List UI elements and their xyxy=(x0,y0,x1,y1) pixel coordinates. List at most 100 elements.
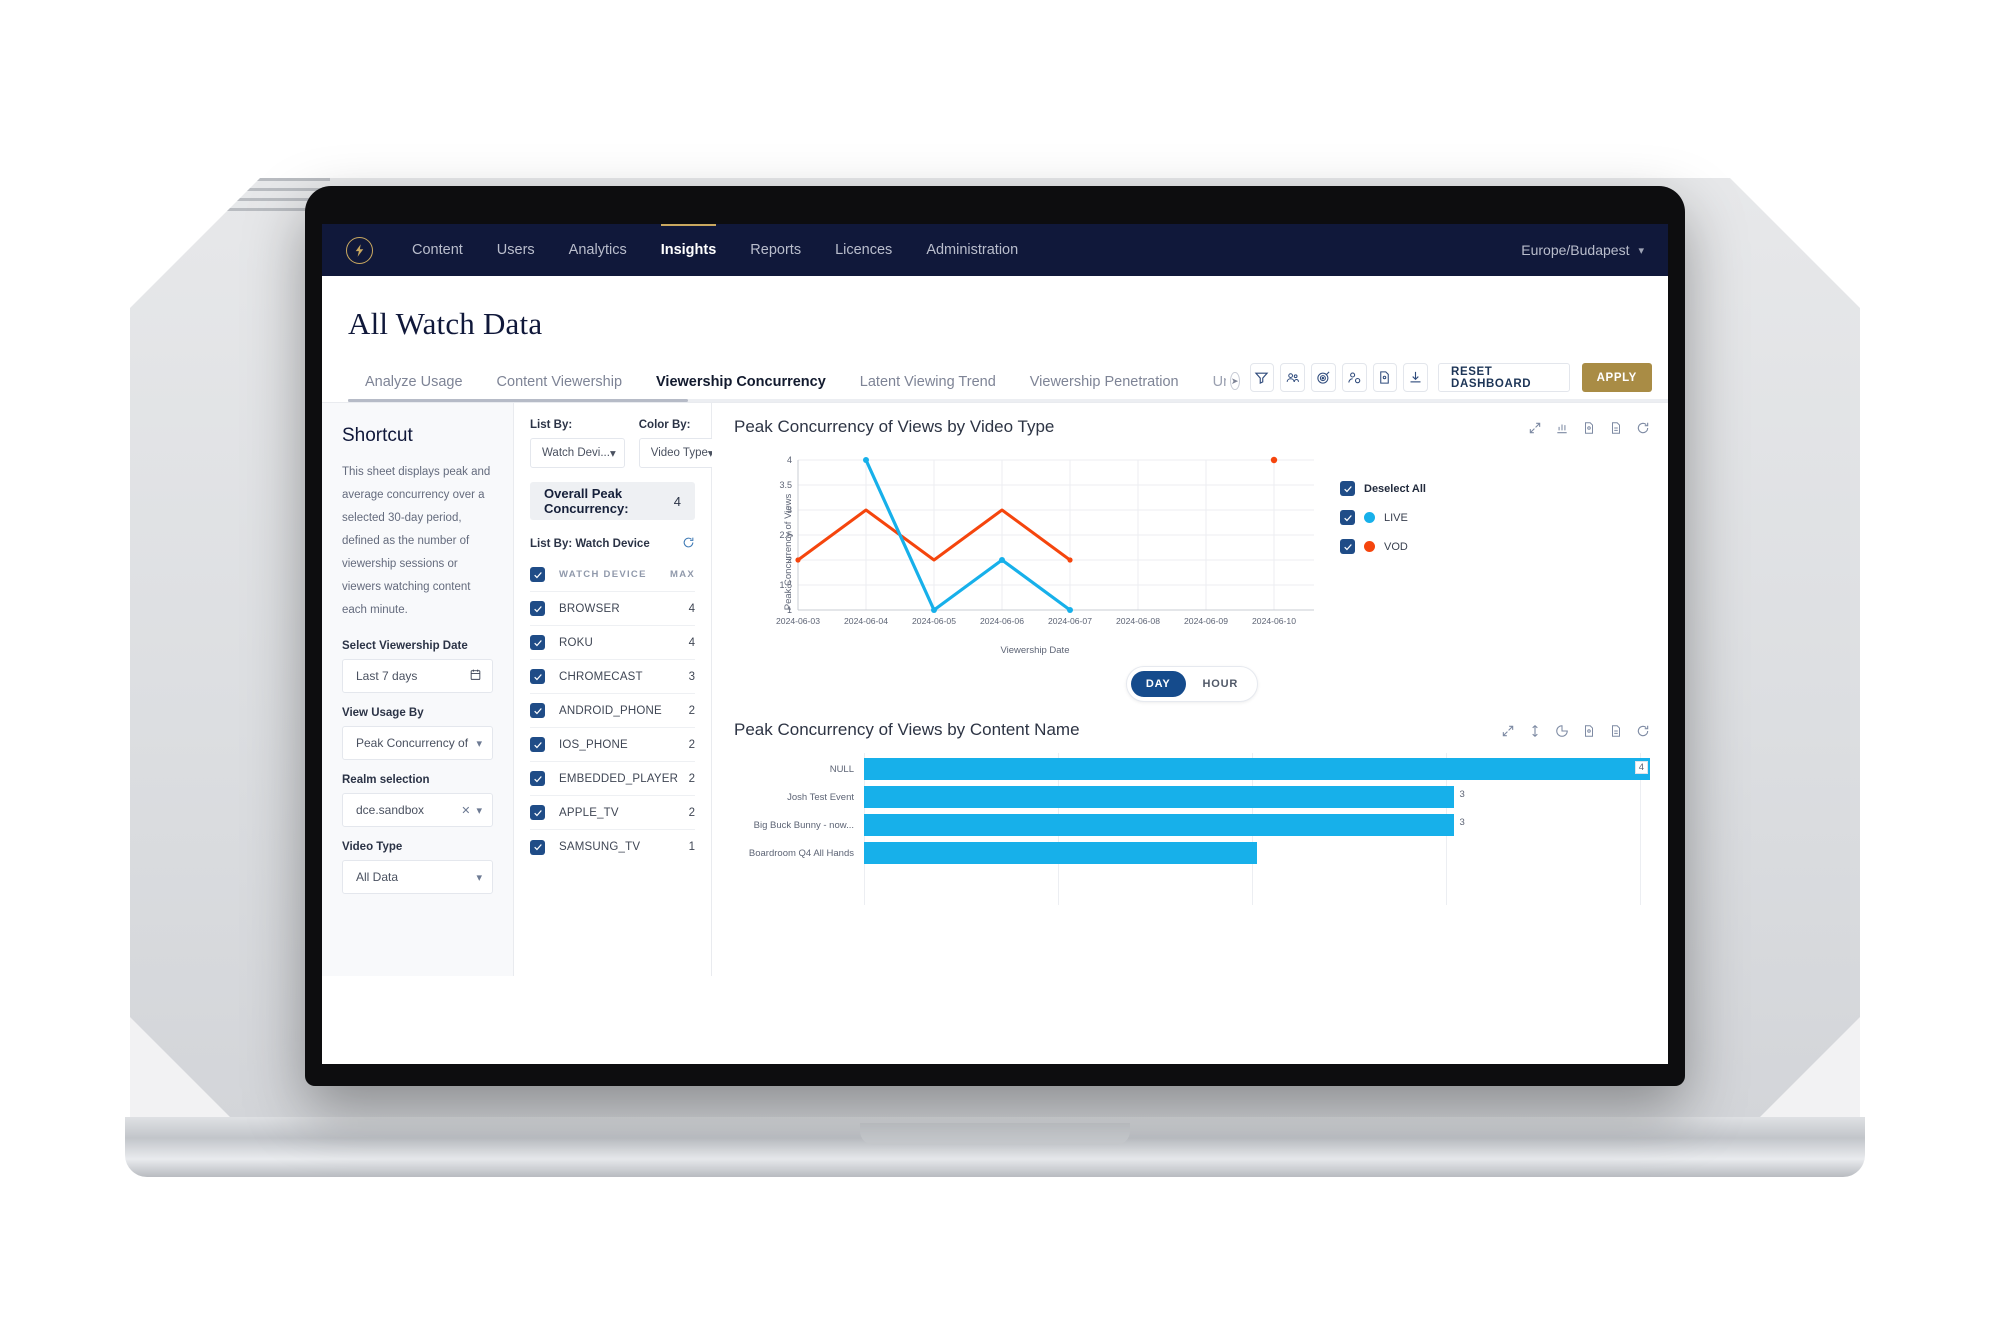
view-usage-by-select[interactable]: Peak Concurrency of Views ▾ xyxy=(342,726,493,760)
svg-text:2024-06-07: 2024-06-07 xyxy=(1048,616,1092,626)
chevron-down-icon: ▾ xyxy=(609,448,616,460)
select-all-checkbox[interactable] xyxy=(530,567,545,582)
table-row[interactable]: BROWSER 4 xyxy=(530,592,695,626)
bar-row[interactable]: Big Buck Bunny - now... 3 xyxy=(734,813,1650,837)
bar-row[interactable]: Boardroom Q4 All Hands xyxy=(734,841,1650,865)
svg-text:1: 1 xyxy=(787,605,792,615)
realm-selection-select[interactable]: dce.sandbox ✕ ▾ xyxy=(342,793,493,827)
svg-text:2024-06-06: 2024-06-06 xyxy=(980,616,1024,626)
table-row[interactable]: ANDROID_PHONE 2 xyxy=(530,694,695,728)
expand-icon[interactable] xyxy=(1528,421,1542,440)
table-header-row: WATCH DEVICE MAX xyxy=(530,558,695,592)
series-vod-point-0610 xyxy=(1270,456,1278,464)
backdrop-corner-top-left xyxy=(130,178,260,308)
nav-item-content[interactable]: Content xyxy=(395,224,480,276)
row-checkbox[interactable] xyxy=(530,703,545,718)
row-checkbox[interactable] xyxy=(530,839,545,855)
user-settings-icon[interactable] xyxy=(1341,363,1367,392)
target-icon[interactable] xyxy=(1311,363,1336,392)
tab-latent-viewing-trend[interactable]: Latent Viewing Trend xyxy=(843,374,1013,402)
toggle-option-day[interactable]: DAY xyxy=(1130,671,1186,697)
row-checkbox[interactable] xyxy=(530,737,545,752)
image-export-icon[interactable] xyxy=(1582,421,1596,440)
color-by-select[interactable]: Video Type ▾ xyxy=(638,438,723,468)
bar-track: 4 xyxy=(864,758,1650,780)
document-export-icon[interactable] xyxy=(1609,724,1623,743)
legend-checkbox[interactable] xyxy=(1340,539,1355,554)
table-row[interactable]: EMBEDDED_PLAYER 2 xyxy=(530,762,695,796)
pie-chart-icon[interactable] xyxy=(1555,724,1569,743)
document-export-icon[interactable] xyxy=(1609,421,1623,440)
row-checkbox[interactable] xyxy=(530,805,545,820)
app-screen: Content Users Analytics Insights Reports… xyxy=(322,224,1668,1064)
tab-content-viewership[interactable]: Content Viewership xyxy=(480,374,639,402)
filter-icon[interactable] xyxy=(1249,363,1275,392)
bar-track: 3 xyxy=(864,814,1650,836)
bar-track xyxy=(864,842,1650,864)
row-checkbox[interactable] xyxy=(530,601,545,616)
viewership-date-select[interactable]: Last 7 days xyxy=(342,659,493,693)
row-checkbox[interactable] xyxy=(530,635,545,650)
refresh-icon[interactable] xyxy=(1636,421,1650,440)
table-row[interactable]: APPLE_TV 2 xyxy=(530,796,695,830)
charts-column: Peak Concurrency of Views by Video Type … xyxy=(712,403,1668,976)
lightning-bolt-logo[interactable] xyxy=(346,236,373,264)
row-checkbox[interactable] xyxy=(530,669,545,684)
legend-item-live[interactable]: LIVE xyxy=(1340,503,1426,532)
table-row[interactable]: CHROMECAST 3 xyxy=(530,660,695,694)
row-checkbox[interactable] xyxy=(530,771,545,786)
svg-text:4: 4 xyxy=(787,455,792,465)
chevron-right-circle-icon[interactable]: ➤ xyxy=(1230,372,1240,390)
nav-item-insights[interactable]: Insights xyxy=(644,224,734,276)
download-icon[interactable] xyxy=(1403,363,1429,392)
laptop-trackpad-notch xyxy=(860,1123,1130,1145)
apply-button[interactable]: APPLY xyxy=(1581,363,1652,392)
bar-chart-icon[interactable] xyxy=(1555,421,1569,440)
video-type-value: All Data xyxy=(356,870,399,884)
nav-item-administration[interactable]: Administration xyxy=(909,224,1035,276)
tab-analyze-usage[interactable]: Analyze Usage xyxy=(348,374,480,402)
tab-viewership-concurrency[interactable]: Viewership Concurrency xyxy=(639,374,843,402)
legend-checkbox[interactable] xyxy=(1340,510,1355,525)
audience-icon[interactable] xyxy=(1280,363,1306,392)
bar-row[interactable]: Josh Test Event 3 xyxy=(734,785,1650,809)
timezone-selector[interactable]: Europe/Budapest ▾ xyxy=(1521,242,1644,258)
svg-text:2024-06-03: 2024-06-03 xyxy=(776,616,820,626)
legend-deselect-all-label: Deselect All xyxy=(1364,482,1426,495)
table-row[interactable]: SAMSUNG_TV 1 xyxy=(530,830,695,864)
legend-checkbox[interactable] xyxy=(1340,481,1355,496)
bar-row[interactable]: NULL 4 xyxy=(734,757,1650,781)
nav-item-reports[interactable]: Reports xyxy=(733,224,818,276)
label-video-type: Video Type xyxy=(342,841,403,853)
granularity-toggle[interactable]: DAY HOUR xyxy=(1125,666,1259,702)
toggle-option-hour[interactable]: HOUR xyxy=(1188,671,1254,697)
tab-viewership-penetration[interactable]: Viewership Penetration xyxy=(1013,374,1196,402)
image-export-icon[interactable] xyxy=(1582,724,1596,743)
color-by-label: Color By: xyxy=(638,419,691,431)
expand-icon[interactable] xyxy=(1501,724,1515,743)
sort-icon[interactable] xyxy=(1528,724,1542,743)
reset-dashboard-button[interactable]: RESET DASHBOARD xyxy=(1438,363,1570,392)
device-max: 2 xyxy=(688,738,695,751)
device-max: 2 xyxy=(688,806,695,819)
nav-item-licences[interactable]: Licences xyxy=(818,224,909,276)
legend-item-vod[interactable]: VOD xyxy=(1340,532,1426,561)
table-row[interactable]: IOS_PHONE 2 xyxy=(530,728,695,762)
legend-deselect-all[interactable]: Deselect All xyxy=(1340,474,1426,503)
video-type-select[interactable]: All Data ▾ xyxy=(342,860,493,894)
close-icon[interactable]: ✕ xyxy=(461,804,470,817)
document-icon[interactable] xyxy=(1372,363,1398,392)
backdrop-corner-top-right xyxy=(1730,178,1860,308)
device-max: 2 xyxy=(688,772,695,785)
refresh-icon[interactable] xyxy=(682,536,695,552)
list-by-select[interactable]: Watch Devi... ▾ xyxy=(530,438,625,468)
nav-item-users[interactable]: Users xyxy=(480,224,552,276)
nav-item-analytics[interactable]: Analytics xyxy=(552,224,644,276)
tab-undefined-truncated[interactable]: Unde xyxy=(1196,374,1226,402)
refresh-icon[interactable] xyxy=(1636,724,1650,743)
bar-chart-toolbar xyxy=(1501,720,1650,743)
dashboard-content: Shortcut This sheet displays peak and av… xyxy=(322,402,1668,976)
realm-selection-value: dce.sandbox xyxy=(356,803,425,817)
table-row[interactable]: ROKU 4 xyxy=(530,626,695,660)
tabs-scrollbar[interactable] xyxy=(348,399,688,402)
